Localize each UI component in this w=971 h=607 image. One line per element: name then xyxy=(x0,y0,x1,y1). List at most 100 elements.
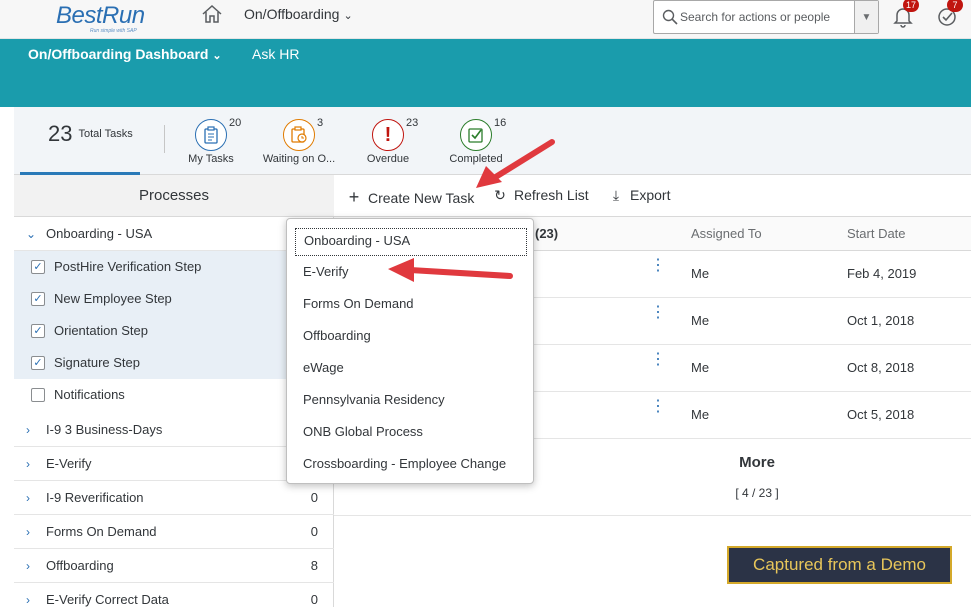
dropdown-item[interactable]: Crossboarding - Employee Change xyxy=(295,452,527,480)
process-group-label: Forms On Demand xyxy=(46,524,157,539)
search-scope-dropdown[interactable]: ▼ xyxy=(854,1,878,33)
checkbox-checked[interactable]: ✓ xyxy=(31,292,45,306)
tile-count: 16 xyxy=(494,117,507,129)
step-label: Orientation Step xyxy=(54,323,148,338)
tile-count: 23 xyxy=(406,117,419,129)
check-icon xyxy=(460,119,492,151)
step-label: New Employee Step xyxy=(54,291,172,306)
assigned-to-cell: Me xyxy=(691,360,710,375)
refresh-list-label: Refresh List xyxy=(514,187,589,203)
chevron-right-icon: › xyxy=(26,559,30,573)
assigned-to-cell: Me xyxy=(691,407,710,422)
chevron-down-icon: ⌄ xyxy=(212,50,222,62)
dropdown-item[interactable]: E-Verify xyxy=(295,260,527,288)
tile-count: 20 xyxy=(229,117,242,129)
clipboard-icon xyxy=(195,119,227,151)
start-date-cell: Oct 8, 2018 xyxy=(847,360,915,375)
search-input[interactable] xyxy=(680,5,850,29)
tile-label: Completed xyxy=(449,153,503,165)
shell-bar: BestRun Run simple with SAP On/Offboardi… xyxy=(0,0,971,39)
my-tasks-tile[interactable]: 20 My Tasks xyxy=(166,117,256,173)
dropdown-item[interactable]: Offboarding xyxy=(295,324,527,352)
start-date-cell: Oct 1, 2018 xyxy=(847,313,915,328)
processes-title: Processes xyxy=(14,175,334,217)
divider xyxy=(164,125,165,153)
dropdown-item[interactable]: ONB Global Process xyxy=(295,420,527,448)
assigned-to-header[interactable]: Assigned To xyxy=(691,226,762,241)
chevron-down-icon: ⌄ xyxy=(343,10,353,22)
completed-tile[interactable]: 16 Completed xyxy=(431,117,521,173)
app-title: On/Offboarding xyxy=(244,6,340,22)
tile-label: My Tasks xyxy=(188,153,234,165)
task-toolbar: + Create New Task ↻ Refresh List ⤓ Export xyxy=(334,175,971,217)
page-header: On/Offboarding Dashboard ⌄ Ask HR xyxy=(0,39,971,107)
refresh-list-button[interactable]: ↻ Refresh List xyxy=(492,187,589,204)
step-label: Notifications xyxy=(54,387,125,402)
tasks-button[interactable]: 7 xyxy=(935,0,963,28)
plus-icon: + xyxy=(348,187,360,207)
create-new-task-label: Create New Task xyxy=(368,190,475,206)
overdue-tile[interactable]: ! 23 Overdue xyxy=(343,117,433,173)
tile-label: Overdue xyxy=(366,153,410,165)
process-group-offboarding[interactable]: › Offboarding 8 xyxy=(14,549,334,583)
chevron-down-icon: ⌄ xyxy=(26,227,37,241)
task-count-header: (23) xyxy=(535,226,559,241)
checkbox-checked[interactable]: ✓ xyxy=(31,260,45,274)
start-date-cell: Oct 5, 2018 xyxy=(847,407,915,422)
checkbox-checked[interactable]: ✓ xyxy=(31,324,45,338)
assigned-to-cell: Me xyxy=(691,266,710,281)
more-actions-icon[interactable]: ⋮ xyxy=(650,258,666,274)
logo-text: BestRun xyxy=(56,2,145,29)
app-title-menu[interactable]: On/Offboarding ⌄ xyxy=(244,6,353,22)
process-group-count: 0 xyxy=(310,592,318,607)
refresh-icon: ↻ xyxy=(494,187,506,203)
tile-label: Waiting on O... xyxy=(262,153,336,165)
dropdown-item[interactable]: Pennsylvania Residency xyxy=(295,388,527,416)
search-icon xyxy=(662,9,678,25)
create-task-dropdown: Onboarding - USA E-Verify Forms On Deman… xyxy=(286,218,534,484)
total-tasks-count: 23 xyxy=(48,121,73,146)
home-icon[interactable] xyxy=(201,4,223,24)
load-more-count: [ 4 / 23 ] xyxy=(735,486,779,500)
export-label: Export xyxy=(630,187,671,203)
dropdown-item[interactable]: Onboarding - USA xyxy=(295,228,527,256)
process-group-label: E-Verify Correct Data xyxy=(46,592,169,607)
ask-hr-link[interactable]: Ask HR xyxy=(252,46,299,62)
process-group-label: Onboarding - USA xyxy=(46,226,153,241)
dashboard-menu[interactable]: On/Offboarding Dashboard ⌄ xyxy=(28,46,222,62)
more-actions-icon[interactable]: ⋮ xyxy=(650,399,666,415)
process-group-e-verify-correct-data[interactable]: › E-Verify Correct Data 0 xyxy=(14,583,334,607)
chevron-right-icon: › xyxy=(26,423,30,437)
process-group-label: E-Verify xyxy=(46,456,92,471)
company-logo[interactable]: BestRun Run simple with SAP xyxy=(56,0,166,38)
notifications-button[interactable]: 17 xyxy=(891,0,919,28)
chevron-down-icon: ▼ xyxy=(861,11,872,23)
alert-icon: ! xyxy=(372,119,404,151)
create-new-task-button[interactable]: + Create New Task xyxy=(346,187,475,208)
checkbox-checked[interactable]: ✓ xyxy=(31,356,45,370)
checkbox-unchecked[interactable] xyxy=(31,388,45,402)
step-label: PostHire Verification Step xyxy=(54,259,202,274)
tasks-badge: 7 xyxy=(947,0,963,12)
chevron-right-icon: › xyxy=(26,525,30,539)
process-group-count: 8 xyxy=(310,558,318,573)
search-box: ▼ xyxy=(653,0,879,34)
demo-watermark: Captured from a Demo xyxy=(727,546,952,584)
export-button[interactable]: ⤓ Export xyxy=(608,187,671,204)
total-tasks-tile[interactable]: 23 Total Tasks xyxy=(48,121,133,147)
more-actions-icon[interactable]: ⋮ xyxy=(650,352,666,368)
step-label: Signature Step xyxy=(54,355,141,370)
process-group-forms-on-demand[interactable]: › Forms On Demand 0 xyxy=(14,515,334,549)
notifications-badge: 17 xyxy=(903,0,919,12)
waiting-icon xyxy=(283,119,315,151)
waiting-tile[interactable]: 3 Waiting on O... xyxy=(254,117,344,173)
dropdown-item[interactable]: eWage xyxy=(295,356,527,384)
start-date-cell: Feb 4, 2019 xyxy=(847,266,917,281)
start-date-header[interactable]: Start Date xyxy=(847,226,906,241)
process-group-count: 0 xyxy=(310,490,318,505)
more-actions-icon[interactable]: ⋮ xyxy=(650,305,666,321)
process-group-label: I-9 Reverification xyxy=(46,490,144,505)
process-group-i9-reverification[interactable]: › I-9 Reverification 0 xyxy=(14,481,334,515)
total-tasks-label: Total Tasks xyxy=(78,128,133,140)
dropdown-item[interactable]: Forms On Demand xyxy=(295,292,527,320)
